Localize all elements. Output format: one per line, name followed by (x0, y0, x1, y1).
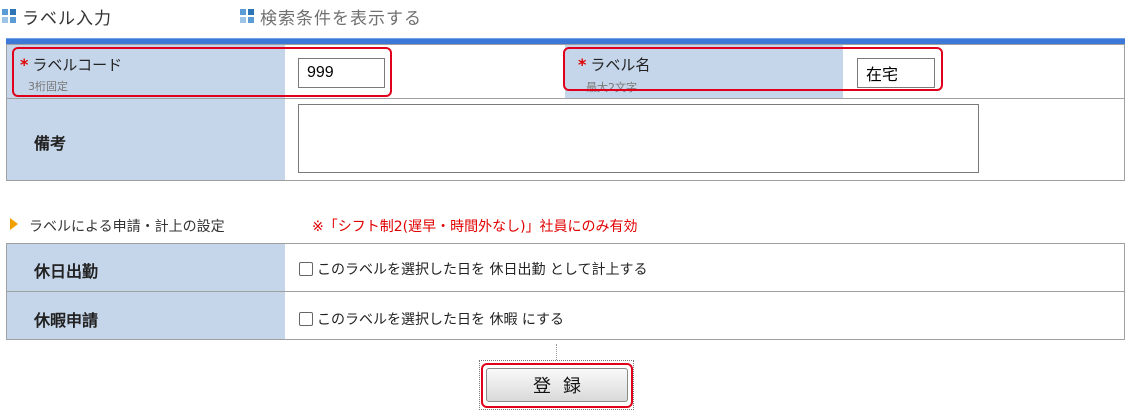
tab-label-input-text: ラベル入力 (22, 8, 112, 29)
grid-icon (240, 9, 254, 23)
leave-request-label: 休暇申請 (34, 311, 99, 330)
remarks-textarea[interactable] (298, 104, 979, 173)
leave-request-checkbox[interactable] (299, 312, 313, 326)
holiday-work-option-text: このラベルを選択した日を 休日出勤 として計上する (317, 262, 648, 278)
holiday-work-label: 休日出勤 (34, 262, 99, 281)
leave-request-option[interactable]: このラベルを選択した日を 休暇 にする (299, 309, 564, 329)
tab-show-search-conditions[interactable]: 検索条件を表示する (240, 4, 422, 29)
label-code-highlight (12, 47, 392, 97)
settings-note: ※「シフト制2(遅早・時間外なし)」社員にのみ有効 (312, 219, 638, 235)
grid-icon (2, 9, 16, 23)
section-arrow-icon (10, 218, 18, 230)
remarks-label: 備考 (34, 134, 67, 153)
tab-label-input[interactable]: ラベル入力 (2, 4, 112, 29)
register-button-highlight (481, 363, 633, 408)
tab-show-search-conditions-text: 検索条件を表示する (260, 8, 422, 29)
holiday-work-checkbox[interactable] (299, 262, 313, 276)
label-name-highlight (563, 47, 943, 91)
button-connector (556, 344, 557, 360)
settings-section-title: ラベルによる申請・計上の設定 (29, 219, 225, 235)
holiday-work-option[interactable]: このラベルを選択した日を 休日出勤 として計上する (299, 259, 647, 279)
leave-request-option-text: このラベルを選択した日を 休暇 にする (317, 312, 565, 328)
